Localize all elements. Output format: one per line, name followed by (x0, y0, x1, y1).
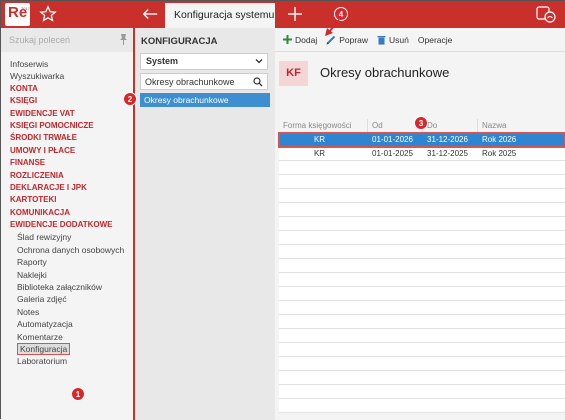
table-row[interactable]: KR 01-01-2026 31-12-2026 Rok 2026 (278, 132, 565, 148)
sidebar-item-ksiegi[interactable]: KSIĘGI (1, 95, 133, 107)
sidebar-item-naklejki[interactable]: Naklejki (1, 269, 133, 281)
column-header-forma[interactable]: Forma księgowości (279, 119, 368, 132)
empty-table-row (279, 189, 565, 203)
page-title: Okresy obrachunkowe (320, 65, 450, 80)
periods-table: Forma księgowości Od Do Nazwa KR 01-01-2… (278, 119, 565, 413)
empty-table-row (279, 273, 565, 287)
cell-od: 01-01-2025 (372, 149, 413, 158)
table-row[interactable]: KR 01-01-2025 31-12-2025 Rok 2025 (279, 147, 565, 161)
category-select-value: System (146, 56, 179, 66)
empty-table-row (279, 329, 565, 343)
main-content: Dodaj Popraw Usuń Operacje KF Okresy obr… (275, 28, 565, 420)
cell-od: 01-01-2026 (372, 135, 413, 144)
sidebar-item-deklaracje-i-jpk[interactable]: DEKLARACJE I JPK (1, 182, 133, 194)
sidebar-item-konfiguracja-label: Konfiguracja (17, 342, 71, 355)
callout-arrow-icon (325, 19, 340, 36)
cell-nazwa: Rok 2026 (482, 135, 517, 144)
empty-table-row (279, 385, 565, 399)
sidebar-item-komentarze[interactable]: Komentarze (1, 331, 133, 343)
sidebar-item-kartoteki[interactable]: KARTOTEKI (1, 194, 133, 206)
empty-table-row (279, 287, 565, 301)
sidebar-item-ewidencje-vat[interactable]: EWIDENCJE VAT (1, 108, 133, 120)
empty-table-row (279, 175, 565, 189)
sidebar-item-galeria[interactable]: Galeria zdjęć (1, 293, 133, 305)
column-header-nazwa[interactable]: Nazwa (478, 119, 565, 132)
delete-button[interactable]: Usuń (377, 35, 409, 45)
config-panel-title: KONFIGURACJA (141, 36, 218, 47)
delete-button-label: Usuń (389, 34, 409, 45)
empty-table-row (279, 399, 565, 413)
top-bar: Re 2017 Konfiguracja systemu (1, 1, 565, 28)
cell-forma: KR (313, 135, 326, 144)
favorite-star-icon[interactable] (39, 5, 57, 23)
callout-marker-3: 3 (414, 116, 428, 130)
empty-table-row (279, 203, 565, 217)
empty-table-row (279, 315, 565, 329)
sidebar-item-umowy-i-place[interactable]: UMOWY I PŁACE (1, 145, 133, 157)
sidebar-search (1, 28, 133, 52)
category-select[interactable]: System (140, 53, 268, 70)
operations-button-label: Operacje (417, 34, 453, 45)
config-panel: KONFIGURACJA System Okresy obrachunkowe (135, 28, 275, 420)
sidebar-menu: Infoserwis Wyszukiwarka KONTA KSIĘGI EWI… (1, 58, 133, 368)
sidebar-item-automatyzacja[interactable]: Automatyzacja (1, 318, 133, 330)
plus-icon (283, 35, 292, 44)
empty-table-row (279, 357, 565, 371)
cell-nazwa: Rok 2025 (482, 149, 517, 158)
search-icon[interactable] (253, 77, 263, 87)
sidebar-item-konta[interactable]: KONTA (1, 83, 133, 95)
new-tab-plus-icon[interactable] (287, 6, 303, 22)
module-badge: KF (279, 61, 308, 86)
empty-table-row (279, 371, 565, 385)
sidebar-item-srodki-trwale[interactable]: ŚRODKI TRWAŁE (1, 132, 133, 144)
callout-marker-1: 1 (71, 387, 85, 401)
config-search-input[interactable] (145, 76, 253, 88)
cell-do: 31-12-2026 (427, 135, 468, 144)
empty-table-row (279, 217, 565, 231)
pin-icon[interactable] (118, 33, 129, 46)
sidebar-item-finanse[interactable]: FINANSE (1, 157, 133, 169)
sidebar-item-infoserwis[interactable]: Infoserwis (1, 58, 133, 70)
empty-table-row (279, 245, 565, 259)
user-account-icon[interactable] (535, 5, 557, 24)
chevron-down-icon (255, 59, 263, 64)
sidebar-item-ewidencje-dodatkowe[interactable]: EWIDENCJE DODATKOWE (1, 219, 133, 231)
sidebar-item-rozliczenia[interactable]: ROZLICZENIA (1, 170, 133, 182)
sidebar-item-ksiegi-pomocnicze[interactable]: KSIĘGI POMOCNICZE (1, 120, 133, 132)
sidebar-item-wyszukiwarka[interactable]: Wyszukiwarka (1, 70, 133, 82)
sidebar: Infoserwis Wyszukiwarka KONTA KSIĘGI EWI… (1, 28, 135, 420)
empty-table-row (279, 343, 565, 357)
sidebar-item-notes[interactable]: Notes (1, 306, 133, 318)
empty-table-row (279, 161, 565, 175)
app-logo[interactable]: Re 2017 (5, 3, 30, 26)
column-header-do[interactable]: Do (423, 119, 478, 132)
sidebar-item-komunikacja[interactable]: KOMUNIKACJA (1, 207, 133, 219)
toolbar: Dodaj Popraw Usuń Operacje (275, 28, 565, 52)
add-button[interactable]: Dodaj (283, 35, 317, 45)
operations-button[interactable]: Operacje (418, 35, 453, 45)
sidebar-item-konfiguracja[interactable]: Konfiguracja (1, 342, 133, 355)
empty-rows (279, 161, 565, 413)
search-input[interactable] (9, 34, 109, 46)
trash-icon (377, 35, 386, 45)
tab-konfiguracja-systemu[interactable]: Konfiguracja systemu (165, 3, 275, 28)
sidebar-item-raporty[interactable]: Raporty (1, 256, 133, 268)
sidebar-item-biblioteka[interactable]: Biblioteka załączników (1, 281, 133, 293)
back-arrow-icon[interactable] (141, 6, 159, 22)
config-search (140, 73, 268, 90)
empty-table-row (279, 231, 565, 245)
empty-table-row (279, 301, 565, 315)
cell-forma: KR (313, 149, 326, 158)
cell-do: 31-12-2025 (427, 149, 468, 158)
add-button-label: Dodaj (295, 34, 318, 45)
empty-table-row (279, 259, 565, 273)
sidebar-item-slad-rewizyjny[interactable]: Ślad rewizyjny (1, 231, 133, 243)
app-window: Re 2017 Konfiguracja systemu Szukaj pole… (0, 0, 565, 420)
callout-marker-2: 2 (123, 92, 137, 106)
sidebar-item-ochrona-danych[interactable]: Ochrona danych osobowych (1, 244, 133, 256)
logo-version: 2017 (21, 6, 30, 11)
sidebar-item-laboratorium[interactable]: Laboratorium (1, 355, 133, 367)
config-item-okresy-obrachunkowe[interactable]: Okresy obrachunkowe (140, 93, 270, 107)
